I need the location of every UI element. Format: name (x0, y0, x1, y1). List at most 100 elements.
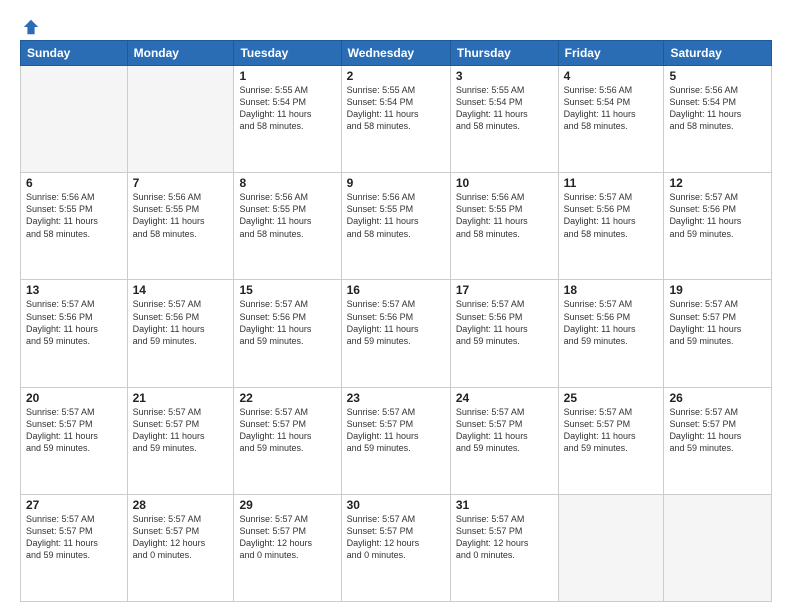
calendar-cell: 17Sunrise: 5:57 AM Sunset: 5:56 PM Dayli… (450, 280, 558, 387)
day-info: Sunrise: 5:55 AM Sunset: 5:54 PM Dayligh… (347, 84, 445, 133)
day-info: Sunrise: 5:55 AM Sunset: 5:54 PM Dayligh… (456, 84, 553, 133)
calendar-cell: 15Sunrise: 5:57 AM Sunset: 5:56 PM Dayli… (234, 280, 341, 387)
weekday-header-sunday: Sunday (21, 41, 128, 66)
day-info: Sunrise: 5:57 AM Sunset: 5:56 PM Dayligh… (347, 298, 445, 347)
calendar-cell: 28Sunrise: 5:57 AM Sunset: 5:57 PM Dayli… (127, 494, 234, 601)
day-number: 15 (239, 283, 335, 297)
calendar-cell: 11Sunrise: 5:57 AM Sunset: 5:56 PM Dayli… (558, 173, 664, 280)
calendar-cell: 3Sunrise: 5:55 AM Sunset: 5:54 PM Daylig… (450, 66, 558, 173)
day-number: 17 (456, 283, 553, 297)
calendar-cell: 22Sunrise: 5:57 AM Sunset: 5:57 PM Dayli… (234, 387, 341, 494)
calendar-cell: 10Sunrise: 5:56 AM Sunset: 5:55 PM Dayli… (450, 173, 558, 280)
day-number: 8 (239, 176, 335, 190)
day-info: Sunrise: 5:57 AM Sunset: 5:56 PM Dayligh… (26, 298, 122, 347)
day-info: Sunrise: 5:57 AM Sunset: 5:57 PM Dayligh… (133, 406, 229, 455)
day-number: 1 (239, 69, 335, 83)
calendar-cell: 20Sunrise: 5:57 AM Sunset: 5:57 PM Dayli… (21, 387, 128, 494)
day-number: 25 (564, 391, 659, 405)
day-info: Sunrise: 5:57 AM Sunset: 5:57 PM Dayligh… (456, 406, 553, 455)
day-info: Sunrise: 5:55 AM Sunset: 5:54 PM Dayligh… (239, 84, 335, 133)
day-info: Sunrise: 5:56 AM Sunset: 5:55 PM Dayligh… (133, 191, 229, 240)
day-info: Sunrise: 5:57 AM Sunset: 5:57 PM Dayligh… (239, 513, 335, 562)
calendar-cell: 13Sunrise: 5:57 AM Sunset: 5:56 PM Dayli… (21, 280, 128, 387)
day-info: Sunrise: 5:57 AM Sunset: 5:57 PM Dayligh… (347, 406, 445, 455)
calendar-cell: 16Sunrise: 5:57 AM Sunset: 5:56 PM Dayli… (341, 280, 450, 387)
calendar-cell: 14Sunrise: 5:57 AM Sunset: 5:56 PM Dayli… (127, 280, 234, 387)
day-number: 10 (456, 176, 553, 190)
day-number: 23 (347, 391, 445, 405)
day-info: Sunrise: 5:57 AM Sunset: 5:56 PM Dayligh… (564, 191, 659, 240)
day-info: Sunrise: 5:56 AM Sunset: 5:55 PM Dayligh… (347, 191, 445, 240)
calendar-cell: 12Sunrise: 5:57 AM Sunset: 5:56 PM Dayli… (664, 173, 772, 280)
day-info: Sunrise: 5:57 AM Sunset: 5:56 PM Dayligh… (456, 298, 553, 347)
day-number: 26 (669, 391, 766, 405)
day-info: Sunrise: 5:57 AM Sunset: 5:56 PM Dayligh… (133, 298, 229, 347)
calendar-cell: 7Sunrise: 5:56 AM Sunset: 5:55 PM Daylig… (127, 173, 234, 280)
day-number: 14 (133, 283, 229, 297)
calendar-cell: 9Sunrise: 5:56 AM Sunset: 5:55 PM Daylig… (341, 173, 450, 280)
week-row-4: 20Sunrise: 5:57 AM Sunset: 5:57 PM Dayli… (21, 387, 772, 494)
weekday-header-monday: Monday (127, 41, 234, 66)
day-number: 3 (456, 69, 553, 83)
calendar-cell (664, 494, 772, 601)
calendar-cell: 24Sunrise: 5:57 AM Sunset: 5:57 PM Dayli… (450, 387, 558, 494)
day-info: Sunrise: 5:56 AM Sunset: 5:55 PM Dayligh… (26, 191, 122, 240)
weekday-header-wednesday: Wednesday (341, 41, 450, 66)
weekday-header-friday: Friday (558, 41, 664, 66)
day-number: 7 (133, 176, 229, 190)
calendar-cell: 19Sunrise: 5:57 AM Sunset: 5:57 PM Dayli… (664, 280, 772, 387)
day-info: Sunrise: 5:57 AM Sunset: 5:57 PM Dayligh… (133, 513, 229, 562)
week-row-5: 27Sunrise: 5:57 AM Sunset: 5:57 PM Dayli… (21, 494, 772, 601)
day-info: Sunrise: 5:56 AM Sunset: 5:55 PM Dayligh… (456, 191, 553, 240)
day-number: 30 (347, 498, 445, 512)
calendar-cell: 2Sunrise: 5:55 AM Sunset: 5:54 PM Daylig… (341, 66, 450, 173)
calendar-cell: 6Sunrise: 5:56 AM Sunset: 5:55 PM Daylig… (21, 173, 128, 280)
calendar-cell: 30Sunrise: 5:57 AM Sunset: 5:57 PM Dayli… (341, 494, 450, 601)
day-info: Sunrise: 5:57 AM Sunset: 5:57 PM Dayligh… (564, 406, 659, 455)
calendar-cell: 29Sunrise: 5:57 AM Sunset: 5:57 PM Dayli… (234, 494, 341, 601)
day-info: Sunrise: 5:57 AM Sunset: 5:57 PM Dayligh… (26, 513, 122, 562)
day-info: Sunrise: 5:57 AM Sunset: 5:57 PM Dayligh… (26, 406, 122, 455)
weekday-header-thursday: Thursday (450, 41, 558, 66)
weekday-header-saturday: Saturday (664, 41, 772, 66)
day-number: 4 (564, 69, 659, 83)
day-number: 12 (669, 176, 766, 190)
day-info: Sunrise: 5:57 AM Sunset: 5:56 PM Dayligh… (239, 298, 335, 347)
calendar-cell: 23Sunrise: 5:57 AM Sunset: 5:57 PM Dayli… (341, 387, 450, 494)
day-info: Sunrise: 5:57 AM Sunset: 5:56 PM Dayligh… (564, 298, 659, 347)
calendar-cell: 27Sunrise: 5:57 AM Sunset: 5:57 PM Dayli… (21, 494, 128, 601)
calendar-cell: 8Sunrise: 5:56 AM Sunset: 5:55 PM Daylig… (234, 173, 341, 280)
day-number: 31 (456, 498, 553, 512)
day-number: 11 (564, 176, 659, 190)
day-number: 9 (347, 176, 445, 190)
calendar-cell (558, 494, 664, 601)
week-row-3: 13Sunrise: 5:57 AM Sunset: 5:56 PM Dayli… (21, 280, 772, 387)
day-number: 2 (347, 69, 445, 83)
day-number: 22 (239, 391, 335, 405)
day-number: 19 (669, 283, 766, 297)
week-row-1: 1Sunrise: 5:55 AM Sunset: 5:54 PM Daylig… (21, 66, 772, 173)
day-info: Sunrise: 5:57 AM Sunset: 5:57 PM Dayligh… (669, 298, 766, 347)
calendar-cell (127, 66, 234, 173)
page: SundayMondayTuesdayWednesdayThursdayFrid… (0, 0, 792, 612)
logo-icon (22, 18, 40, 36)
day-number: 6 (26, 176, 122, 190)
day-number: 27 (26, 498, 122, 512)
header (20, 18, 772, 32)
calendar-cell: 5Sunrise: 5:56 AM Sunset: 5:54 PM Daylig… (664, 66, 772, 173)
day-number: 20 (26, 391, 122, 405)
day-number: 18 (564, 283, 659, 297)
calendar-cell: 25Sunrise: 5:57 AM Sunset: 5:57 PM Dayli… (558, 387, 664, 494)
day-info: Sunrise: 5:57 AM Sunset: 5:57 PM Dayligh… (347, 513, 445, 562)
day-info: Sunrise: 5:57 AM Sunset: 5:57 PM Dayligh… (669, 406, 766, 455)
day-info: Sunrise: 5:57 AM Sunset: 5:56 PM Dayligh… (669, 191, 766, 240)
day-number: 28 (133, 498, 229, 512)
day-info: Sunrise: 5:56 AM Sunset: 5:54 PM Dayligh… (564, 84, 659, 133)
day-number: 29 (239, 498, 335, 512)
weekday-header-row: SundayMondayTuesdayWednesdayThursdayFrid… (21, 41, 772, 66)
week-row-2: 6Sunrise: 5:56 AM Sunset: 5:55 PM Daylig… (21, 173, 772, 280)
day-info: Sunrise: 5:56 AM Sunset: 5:55 PM Dayligh… (239, 191, 335, 240)
day-number: 16 (347, 283, 445, 297)
day-info: Sunrise: 5:57 AM Sunset: 5:57 PM Dayligh… (456, 513, 553, 562)
calendar-cell: 4Sunrise: 5:56 AM Sunset: 5:54 PM Daylig… (558, 66, 664, 173)
